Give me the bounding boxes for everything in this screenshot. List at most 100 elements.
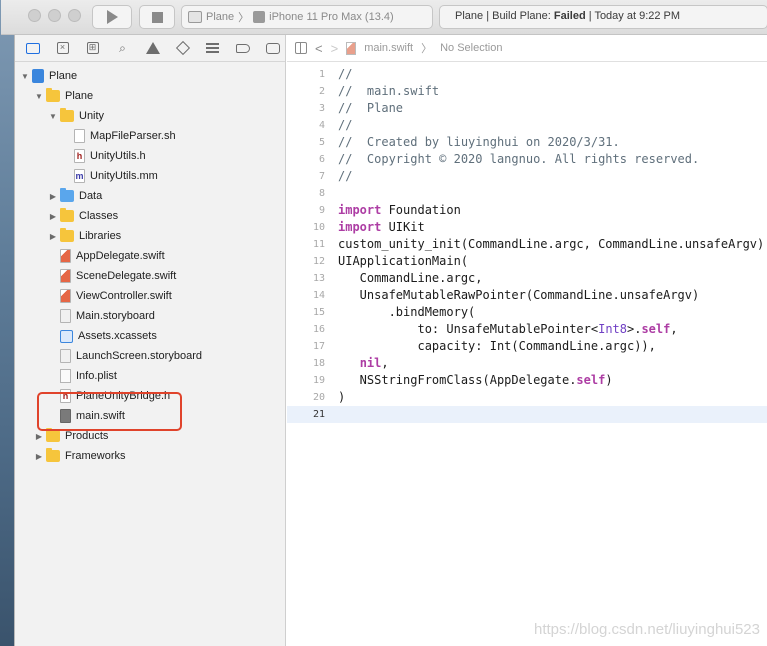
- tree-row-label: SceneDelegate.swift: [76, 270, 177, 282]
- code-line[interactable]: 21: [287, 406, 767, 423]
- code-text: //: [338, 117, 352, 134]
- code-token: // Plane: [338, 101, 404, 115]
- tree-row[interactable]: ▶ Classes: [15, 206, 285, 226]
- tree-row-label: Unity: [79, 110, 105, 122]
- forward-arrow-icon[interactable]: >: [331, 41, 339, 56]
- disclosure-closed-icon[interactable]: ▶: [34, 432, 44, 441]
- tree-row-label: UnityUtils.h: [90, 150, 146, 162]
- line-number: 6: [318, 154, 325, 165]
- tree-row[interactable]: ▶AppDelegate.swift: [15, 246, 285, 266]
- scheme-icon: [188, 11, 202, 23]
- find-navigator-tab[interactable]: ⌕: [113, 39, 132, 58]
- code-line[interactable]: 1 //: [287, 66, 767, 83]
- code-token: >.: [627, 322, 642, 336]
- code-line[interactable]: 13 CommandLine.argc,: [287, 270, 767, 287]
- code-line[interactable]: 19 NSStringFromClass(AppDelegate.self): [287, 372, 767, 389]
- tree-row[interactable]: ▶ Data: [15, 186, 285, 206]
- line-number: 14: [312, 290, 325, 301]
- jump-bar-selection[interactable]: No Selection: [440, 42, 502, 54]
- swift-file-icon: [346, 41, 357, 55]
- report-navigator-tab[interactable]: [263, 39, 282, 58]
- code-area[interactable]: 1 // 2 // main.swift 3 // Plane 4 // 5 // Created…: [287, 62, 767, 423]
- disclosure-open-icon[interactable]: ▼: [48, 112, 58, 121]
- code-line[interactable]: 10 import UIKit: [287, 219, 767, 236]
- line-number: 7: [318, 171, 325, 182]
- folder-icon: [60, 108, 74, 122]
- disclosure-open-icon[interactable]: ▼: [20, 72, 30, 81]
- code-line[interactable]: 20): [287, 389, 767, 406]
- breakpoint-navigator-tab[interactable]: [233, 39, 252, 58]
- line-number: 4: [318, 120, 325, 131]
- code-line[interactable]: 4 //: [287, 117, 767, 134]
- disclosure-closed-icon[interactable]: ▶: [48, 232, 58, 241]
- project-icon: [32, 69, 44, 83]
- build-result: Failed: [553, 10, 586, 22]
- code-line[interactable]: 14 UnsafeMutableRawPointer(CommandLine.u…: [287, 287, 767, 304]
- tree-row[interactable]: ▶Info.plist: [15, 366, 285, 386]
- code-token: Foundation: [381, 203, 461, 217]
- code-line[interactable]: 15 .bindMemory(: [287, 304, 767, 321]
- code-token: //: [338, 169, 353, 183]
- tree-row[interactable]: ▶SceneDelegate.swift: [15, 266, 285, 286]
- tree-row[interactable]: ▼ Plane: [15, 86, 285, 106]
- code-line[interactable]: 7 //: [287, 168, 767, 185]
- source-control-navigator-tab[interactable]: ×: [53, 39, 72, 58]
- folder-icon: [25, 42, 40, 54]
- activity-viewer[interactable]: Plane | Build Plane: Failed | Today at 9…: [439, 5, 767, 29]
- debug-icon: [206, 43, 219, 53]
- code-line[interactable]: 18 nil,: [287, 355, 767, 372]
- tree-row-label: UnityUtils.mm: [90, 170, 158, 182]
- code-line[interactable]: 9 import Foundation: [287, 202, 767, 219]
- debug-navigator-tab[interactable]: [203, 39, 222, 58]
- code-line[interactable]: 5 // Created by liuyinghui on 2020/3/31.: [287, 134, 767, 151]
- back-arrow-icon[interactable]: <: [315, 41, 323, 56]
- code-text: CommandLine.argc,: [338, 270, 483, 287]
- code-line[interactable]: 12 UIApplicationMain(: [287, 253, 767, 270]
- scheme-selector[interactable]: Plane 〉 iPhone 11 Pro Max (13.4): [181, 5, 433, 29]
- code-line[interactable]: 3 // Plane: [287, 100, 767, 117]
- code-line[interactable]: 8: [287, 185, 767, 202]
- tree-row[interactable]: ▼ Unity: [15, 106, 285, 126]
- tree-row[interactable]: ▶Main.storyboard: [15, 306, 285, 326]
- zoom-window-button[interactable]: [68, 9, 81, 22]
- tree-row-label: ViewController.swift: [76, 290, 172, 302]
- close-window-button[interactable]: [28, 9, 41, 22]
- tree-row[interactable]: ▶Assets.xcassets: [15, 326, 285, 346]
- disclosure-closed-icon[interactable]: ▶: [48, 192, 58, 201]
- line-number: 12: [312, 256, 325, 267]
- code-text: import Foundation: [338, 202, 461, 219]
- disclosure-open-icon[interactable]: ▼: [34, 92, 44, 101]
- code-line[interactable]: 11 custom_unity_init(CommandLine.argc, Co…: [287, 236, 767, 253]
- tree-row[interactable]: ▶ViewController.swift: [15, 286, 285, 306]
- minimize-window-button[interactable]: [48, 9, 61, 22]
- tree-row[interactable]: ▶hUnityUtils.h: [15, 146, 285, 166]
- line-number: 15: [312, 307, 325, 318]
- tree-row[interactable]: ▼ Plane: [15, 66, 285, 86]
- tree-row[interactable]: ▶ Libraries: [15, 226, 285, 246]
- issue-navigator-tab[interactable]: [143, 39, 162, 58]
- code-line[interactable]: 6 // Copyright © 2020 langnuo. All rights…: [287, 151, 767, 168]
- status-prefix: Plane | Build Plane:: [455, 10, 554, 22]
- code-line[interactable]: 17 capacity: Int(CommandLine.argc)),: [287, 338, 767, 355]
- related-items-icon[interactable]: [295, 42, 307, 54]
- tree-row[interactable]: ▶LaunchScreen.storyboard: [15, 346, 285, 366]
- code-line[interactable]: 16 to: UnsafeMutablePointer<Int8>.self,: [287, 321, 767, 338]
- code-text: ): [338, 389, 345, 406]
- tree-row-label: Main.storyboard: [76, 310, 155, 322]
- project-navigator-tab[interactable]: [23, 39, 42, 58]
- test-navigator-tab[interactable]: [173, 39, 192, 58]
- tree-row-label: Frameworks: [65, 450, 126, 462]
- run-button[interactable]: [92, 5, 132, 29]
- code-line[interactable]: 2 // main.swift: [287, 83, 767, 100]
- symbol-navigator-tab[interactable]: ⊞: [83, 39, 102, 58]
- line-number: 21: [312, 409, 325, 420]
- tree-row[interactable]: ▶ Frameworks: [15, 446, 285, 466]
- stop-button[interactable]: [139, 5, 175, 29]
- tree-row[interactable]: ▶mUnityUtils.mm: [15, 166, 285, 186]
- disclosure-closed-icon[interactable]: ▶: [34, 452, 44, 461]
- disclosure-closed-icon[interactable]: ▶: [48, 212, 58, 221]
- storyboard-file-icon: [60, 349, 71, 363]
- code-token: self: [641, 322, 671, 336]
- tree-row[interactable]: ▶MapFileParser.sh: [15, 126, 285, 146]
- jump-bar-file[interactable]: main.swift: [364, 42, 413, 54]
